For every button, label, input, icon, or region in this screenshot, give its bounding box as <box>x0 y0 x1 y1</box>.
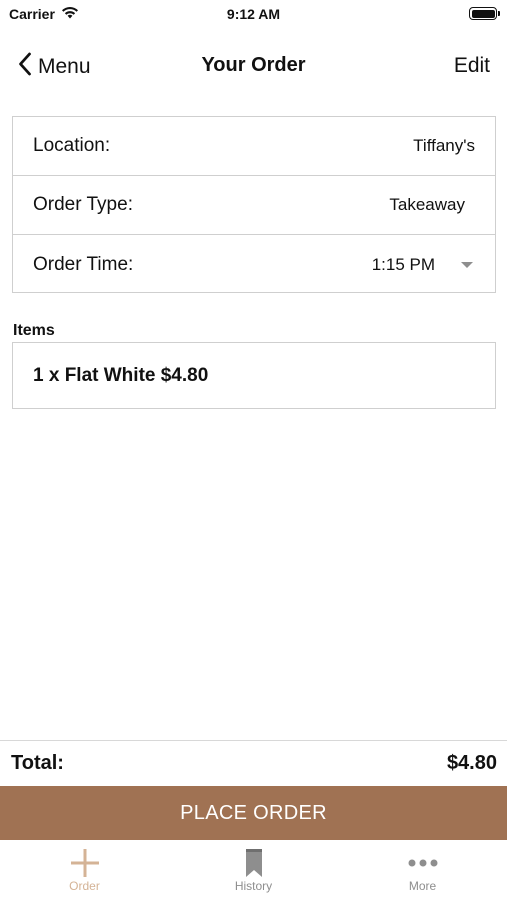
tab-bar: Order History More <box>0 840 507 900</box>
edit-button[interactable]: Edit <box>454 54 490 78</box>
items-list: 1 x Flat White $4.80 <box>12 342 496 409</box>
back-label: Menu <box>38 55 91 78</box>
status-time: 9:12 AM <box>226 6 281 22</box>
total-bar: Total: $4.80 <box>0 740 507 786</box>
order-time-row[interactable]: Order Time: 1:15 PM <box>13 235 495 294</box>
order-type-value: Takeaway <box>389 195 465 214</box>
plus-icon <box>70 847 100 879</box>
chevron-left-icon <box>18 52 32 82</box>
tab-more-label: More <box>408 879 437 893</box>
tab-order[interactable]: Order <box>0 840 169 900</box>
total-amount: $4.80 <box>446 752 497 774</box>
order-details-table: Location: Tiffany's Order Type: Takeaway… <box>12 116 496 293</box>
total-label: Total: <box>11 752 64 774</box>
location-row[interactable]: Location: Tiffany's <box>13 117 495 176</box>
order-screen: Carrier 9:12 AM Menu Your Order Edit Loc… <box>0 0 507 900</box>
more-dots-icon <box>407 847 439 879</box>
caret-down-icon[interactable] <box>461 262 473 268</box>
list-item: 1 x Flat White $4.80 <box>33 364 209 386</box>
order-time-label: Order Time: <box>33 253 134 275</box>
tab-more[interactable]: More <box>338 840 507 900</box>
tab-order-label: Order <box>69 879 100 893</box>
bookmark-icon <box>245 847 263 879</box>
order-type-label: Order Type: <box>33 194 133 215</box>
tab-history[interactable]: History <box>169 840 338 900</box>
order-time-select[interactable]: 1:15 PM <box>372 255 435 275</box>
items-heading: Items <box>13 322 55 339</box>
battery-icon <box>469 7 500 20</box>
location-label: Location: <box>33 135 111 156</box>
tab-history-label: History <box>234 879 273 893</box>
status-bar: Carrier 9:12 AM <box>0 0 507 28</box>
place-order-button[interactable]: PLACE ORDER <box>0 786 507 840</box>
order-type-row[interactable]: Order Type: Takeaway <box>13 176 495 235</box>
back-to-menu-button[interactable]: Menu <box>18 52 91 82</box>
location-value: Tiffany's <box>413 136 475 155</box>
navigation-bar: Menu Your Order Edit <box>0 44 507 88</box>
